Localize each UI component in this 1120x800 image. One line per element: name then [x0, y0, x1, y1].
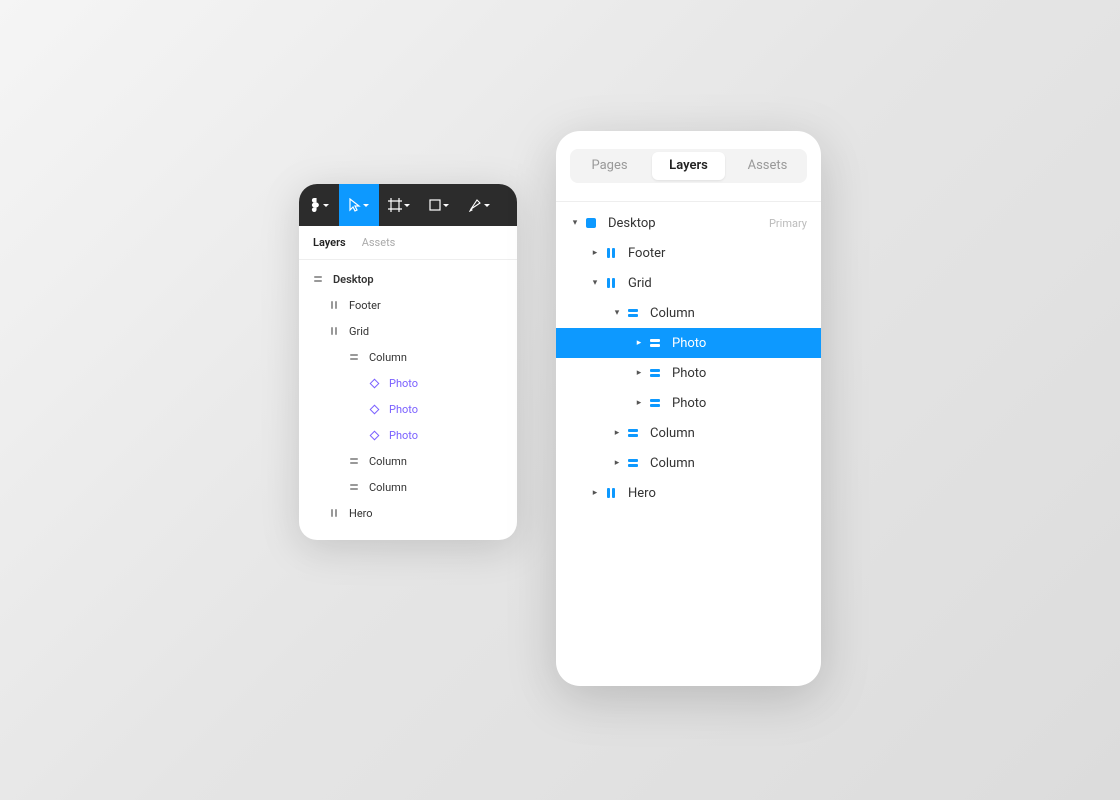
layer-footer[interactable]: Footer [299, 292, 517, 318]
component-icon [367, 406, 381, 413]
chevron-right-icon: ▸ [634, 398, 644, 408]
layer-column[interactable]: Column [299, 474, 517, 500]
autolayout-v-icon [626, 429, 640, 437]
layer-label: Photo [672, 396, 706, 411]
autolayout-v-icon [648, 399, 662, 407]
autolayout-icon [347, 458, 361, 465]
chevron-down-icon: ▾ [590, 278, 600, 288]
layer-column[interactable]: Column [299, 344, 517, 370]
autolayout-h-icon [604, 278, 618, 288]
chevron-right-icon: ▸ [590, 488, 600, 498]
layer-grid[interactable]: ▾ Grid [556, 268, 821, 298]
shape-tool-button[interactable] [419, 184, 459, 226]
layer-photo-selected[interactable]: ▸ Photo [556, 328, 821, 358]
layer-hero[interactable]: Hero [299, 500, 517, 526]
layer-label: Column [369, 455, 407, 468]
layer-label: Column [369, 481, 407, 494]
layer-label: Photo [672, 366, 706, 381]
layer-label: Column [369, 351, 407, 364]
chevron-down-icon [363, 204, 369, 207]
layer-label: Column [650, 456, 695, 471]
layer-label: Footer [628, 246, 665, 261]
figma-menu-button[interactable] [299, 184, 339, 226]
chevron-down-icon: ▾ [612, 308, 622, 318]
layers-tree: ▾ Desktop Primary ▸ Footer ▾ Grid ▾ Colu… [556, 208, 821, 508]
figma-logo-icon [309, 198, 321, 212]
autolayout-icon [347, 484, 361, 491]
layer-desktop[interactable]: Desktop [299, 266, 517, 292]
tab-layers[interactable]: Layers [652, 152, 725, 180]
chevron-down-icon [443, 204, 449, 207]
panel-tabs: Layers Assets [299, 226, 517, 260]
layer-photo[interactable]: Photo [299, 396, 517, 422]
layer-label: Photo [389, 429, 418, 442]
layer-label: Hero [628, 486, 656, 501]
layer-photo[interactable]: ▸ Photo [556, 388, 821, 418]
component-icon [367, 380, 381, 387]
cursor-icon [349, 198, 361, 212]
layer-label: Grid [628, 276, 652, 291]
layer-column[interactable]: Column [299, 448, 517, 474]
square-icon [429, 199, 441, 211]
toolbar [299, 184, 517, 226]
chevron-down-icon [323, 204, 329, 207]
chevron-right-icon: ▸ [590, 248, 600, 258]
frame-tool-button[interactable] [379, 184, 419, 226]
layer-photo[interactable]: Photo [299, 422, 517, 448]
layer-label: Column [650, 306, 695, 321]
layer-hero[interactable]: ▸ Hero [556, 478, 821, 508]
layer-label: Desktop [608, 216, 656, 231]
figma-layers-panel-small: Layers Assets Desktop Footer Grid Column… [299, 184, 517, 540]
primary-badge: Primary [769, 217, 807, 230]
layer-photo[interactable]: ▸ Photo [556, 358, 821, 388]
chevron-down-icon [404, 204, 410, 207]
autolayout-h-icon [604, 248, 618, 258]
component-icon [367, 432, 381, 439]
chevron-right-icon: ▸ [612, 458, 622, 468]
autolayout-v-icon [626, 459, 640, 467]
frame-329-icon [584, 218, 598, 228]
layer-label: Footer [349, 299, 381, 312]
tab-layers[interactable]: Layers [313, 236, 346, 249]
layer-column[interactable]: ▾ Column [556, 298, 821, 328]
autolayout-icon [327, 509, 341, 517]
autolayout-icon [327, 301, 341, 309]
layers-tree: Desktop Footer Grid Column Photo Photo P… [299, 260, 517, 532]
layer-photo[interactable]: Photo [299, 370, 517, 396]
layers-panel-large: Pages Layers Assets ▾ Desktop Primary ▸ … [556, 131, 821, 686]
autolayout-icon [347, 354, 361, 361]
tab-assets[interactable]: Assets [362, 236, 396, 249]
layer-footer[interactable]: ▸ Footer [556, 238, 821, 268]
tab-assets[interactable]: Assets [731, 152, 804, 180]
chevron-right-icon: ▸ [634, 368, 644, 378]
layer-label: Desktop [333, 273, 374, 286]
frame-329-icon [311, 276, 325, 283]
layer-label: Photo [389, 377, 418, 390]
chevron-down-icon [484, 204, 490, 207]
tab-pages[interactable]: Pages [573, 152, 646, 180]
layer-column[interactable]: ▸ Column [556, 418, 821, 448]
pen-icon [468, 198, 482, 212]
autolayout-icon [327, 327, 341, 335]
autolayout-h-icon [604, 488, 618, 498]
autolayout-v-icon [648, 339, 662, 347]
chevron-right-icon: ▸ [634, 338, 644, 348]
chevron-right-icon: ▸ [612, 428, 622, 438]
layer-label: Hero [349, 507, 373, 520]
autolayout-v-icon [648, 369, 662, 377]
layer-label: Grid [349, 325, 369, 338]
layer-grid[interactable]: Grid [299, 318, 517, 344]
layer-label: Column [650, 426, 695, 441]
move-tool-button[interactable] [339, 184, 379, 226]
divider [556, 201, 821, 202]
layer-label: Photo [389, 403, 418, 416]
layer-label: Photo [672, 336, 706, 351]
pen-tool-button[interactable] [459, 184, 499, 226]
layer-column[interactable]: ▸ Column [556, 448, 821, 478]
layer-desktop[interactable]: ▾ Desktop Primary [556, 208, 821, 238]
chevron-down-icon: ▾ [570, 218, 580, 228]
segmented-tabs: Pages Layers Assets [570, 149, 807, 183]
frame-329-icon [388, 198, 402, 212]
autolayout-v-icon [626, 309, 640, 317]
